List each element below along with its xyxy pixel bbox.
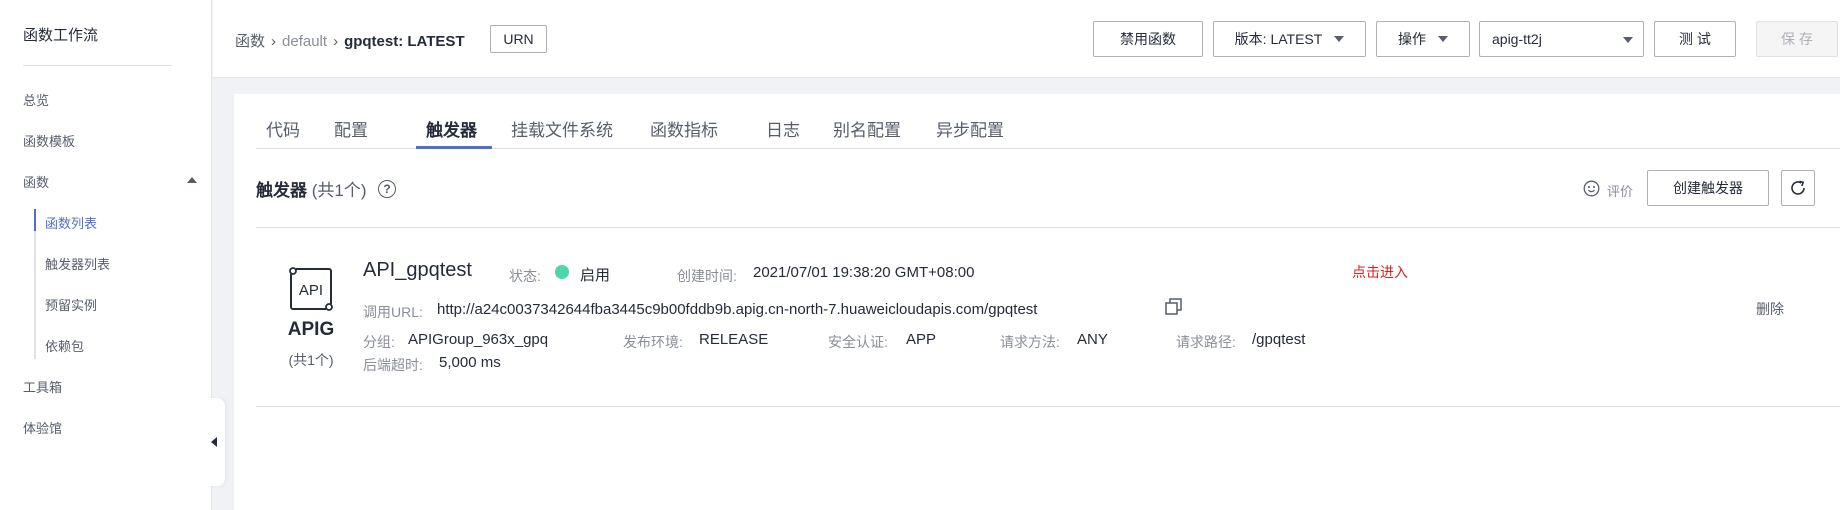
breadcrumb-root[interactable]: 函数 bbox=[235, 33, 265, 50]
save-label: 保 存 bbox=[1781, 31, 1813, 47]
breadcrumb-current: gpqtest: LATEST bbox=[344, 33, 465, 50]
tab-alias[interactable]: 别名配置 bbox=[833, 116, 901, 141]
urn-button[interactable]: URN bbox=[490, 25, 547, 53]
status-value: 启用 bbox=[580, 267, 611, 284]
breadcrumb-separator: › bbox=[333, 33, 339, 50]
tab-logs[interactable]: 日志 bbox=[766, 116, 800, 141]
version-dropdown[interactable]: 版本: LATEST bbox=[1213, 21, 1366, 57]
rate-link[interactable]: 评价 bbox=[1607, 181, 1633, 200]
save-button[interactable]: 保 存 bbox=[1756, 21, 1838, 57]
version-label: 版本: LATEST bbox=[1234, 31, 1323, 47]
smile-icon[interactable] bbox=[1583, 180, 1600, 197]
test-label: 测 试 bbox=[1679, 31, 1711, 47]
tab-code[interactable]: 代码 bbox=[266, 116, 300, 141]
group-label: 分组: bbox=[363, 334, 395, 350]
refresh-button[interactable] bbox=[1781, 170, 1815, 206]
tab-triggers[interactable]: 触发器 bbox=[426, 116, 477, 141]
auth-label: 安全认证: bbox=[828, 334, 888, 350]
path-value: /gpqtest bbox=[1252, 331, 1306, 348]
operations-dropdown[interactable]: 操作 bbox=[1376, 21, 1470, 57]
timeout-value: 5,000 ms bbox=[439, 354, 501, 371]
operations-label: 操作 bbox=[1398, 31, 1426, 47]
tab-config[interactable]: 配置 bbox=[334, 116, 368, 141]
sidebar-item-reserved-instances[interactable]: 预留实例 bbox=[45, 295, 97, 314]
env-value: RELEASE bbox=[699, 331, 769, 348]
sidebar-item-dependencies[interactable]: 依赖包 bbox=[45, 336, 84, 355]
status-indicator bbox=[555, 265, 569, 279]
delete-trigger-link[interactable]: 删除 bbox=[1756, 299, 1784, 319]
sidebar: 函数工作流 总览 函数模板 函数 函数列表 触发器列表 预留实例 依赖包 工具箱… bbox=[0, 0, 212, 510]
breadcrumb-separator: › bbox=[271, 33, 277, 50]
url-label: 调用URL: bbox=[363, 304, 423, 320]
svg-text:API: API bbox=[299, 282, 323, 299]
create-trigger-button[interactable]: 创建触发器 bbox=[1647, 170, 1769, 206]
sidebar-item-toolbox[interactable]: 工具箱 bbox=[23, 377, 62, 396]
main-card: 代码 配置 触发器 挂载文件系统 函数指标 日志 别名配置 异步配置 触发器 (… bbox=[234, 94, 1840, 510]
chevron-up-icon[interactable] bbox=[187, 177, 197, 183]
help-icon[interactable]: ? bbox=[378, 180, 396, 198]
divider bbox=[256, 406, 1840, 407]
method-value: ANY bbox=[1077, 331, 1108, 348]
created-label: 创建时间: bbox=[677, 268, 737, 284]
refresh-icon bbox=[1791, 180, 1805, 195]
sidebar-collapse-button[interactable] bbox=[204, 398, 225, 486]
sidebar-title: 函数工作流 bbox=[23, 27, 99, 44]
breadcrumb-app[interactable]: default bbox=[282, 33, 327, 50]
url-value: http://a24c0037342644fba3445c9b00fddb9b.… bbox=[437, 301, 1038, 318]
breadcrumb: 函数 › default › gpqtest: LATEST bbox=[235, 30, 465, 51]
group-value: APIGroup_963x_gpq bbox=[408, 331, 549, 348]
tab-file-system[interactable]: 挂载文件系统 bbox=[511, 116, 613, 141]
chevron-down-icon bbox=[1334, 36, 1345, 42]
divider bbox=[256, 227, 1840, 228]
trigger-type-label: APIG bbox=[287, 319, 335, 340]
sidebar-item-functions[interactable]: 函数 bbox=[23, 172, 49, 191]
disable-function-label: 禁用函数 bbox=[1120, 31, 1176, 47]
tab-bar: 代码 配置 触发器 挂载文件系统 函数指标 日志 别名配置 异步配置 bbox=[256, 94, 1840, 149]
header: 函数 › default › gpqtest: LATEST URN 禁用函数 版本: … bbox=[213, 0, 1840, 78]
tab-async[interactable]: 异步配置 bbox=[936, 116, 1004, 141]
submenu-active-indicator bbox=[34, 209, 36, 231]
chevron-down-icon bbox=[1623, 37, 1633, 43]
tab-metrics[interactable]: 函数指标 bbox=[650, 116, 718, 141]
sidebar-item-overview[interactable]: 总览 bbox=[23, 90, 49, 109]
env-label: 发布环境: bbox=[623, 334, 683, 350]
apig-select-value: apig-tt2j bbox=[1492, 31, 1542, 47]
chevron-down-icon bbox=[1438, 36, 1448, 42]
apig-select[interactable]: apig-tt2j bbox=[1479, 21, 1644, 57]
status-label: 状态: bbox=[509, 268, 541, 284]
test-button[interactable]: 测 试 bbox=[1654, 21, 1736, 57]
triggers-heading: 触发器 (共1个) bbox=[256, 176, 367, 201]
trigger-type-count: (共1个) bbox=[288, 352, 334, 368]
api-gateway-icon: API bbox=[286, 264, 336, 314]
path-label: 请求路径: bbox=[1176, 334, 1236, 350]
tab-active-indicator bbox=[416, 146, 492, 149]
method-label: 请求方法: bbox=[1000, 334, 1060, 350]
sidebar-item-experience[interactable]: 体验馆 bbox=[23, 418, 62, 437]
copy-icon[interactable] bbox=[1164, 297, 1184, 317]
chevron-left-icon bbox=[211, 437, 217, 447]
sidebar-item-trigger-list[interactable]: 触发器列表 bbox=[45, 254, 110, 273]
sidebar-item-function-list[interactable]: 函数列表 bbox=[45, 213, 97, 232]
enter-link[interactable]: 点击进入 bbox=[1352, 262, 1408, 282]
create-trigger-label: 创建触发器 bbox=[1673, 180, 1743, 196]
sidebar-divider bbox=[23, 65, 172, 66]
submenu-line bbox=[34, 209, 36, 359]
created-value: 2021/07/01 19:38:20 GMT+08:00 bbox=[753, 264, 975, 281]
trigger-name: API_gpqtest bbox=[363, 259, 472, 281]
auth-value: APP bbox=[906, 331, 937, 348]
timeout-label: 后端超时: bbox=[363, 357, 423, 373]
disable-function-button[interactable]: 禁用函数 bbox=[1093, 21, 1203, 57]
triggers-title: 触发器 bbox=[256, 181, 307, 200]
sidebar-item-templates[interactable]: 函数模板 bbox=[23, 131, 75, 150]
triggers-count: (共1个) bbox=[311, 181, 367, 200]
